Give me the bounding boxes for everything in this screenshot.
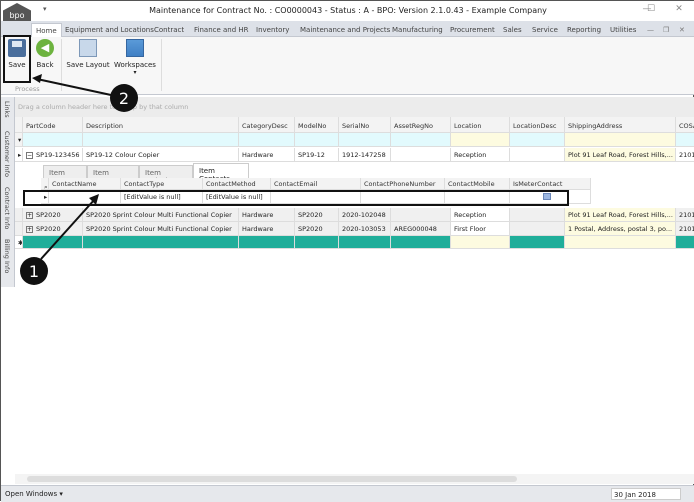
annotation-number-1: 1 [29,262,39,281]
annotation-arrow-1 [40,198,96,260]
annotation-layer: 2 1 [3,35,138,285]
save-highlight-box [3,35,31,83]
arrowhead-2 [32,74,42,83]
app-window: Maintenance for Contract No. : CO0000043… [0,0,694,502]
annotation-number-2: 2 [119,89,129,108]
annotation-arrow-2 [36,78,112,96]
